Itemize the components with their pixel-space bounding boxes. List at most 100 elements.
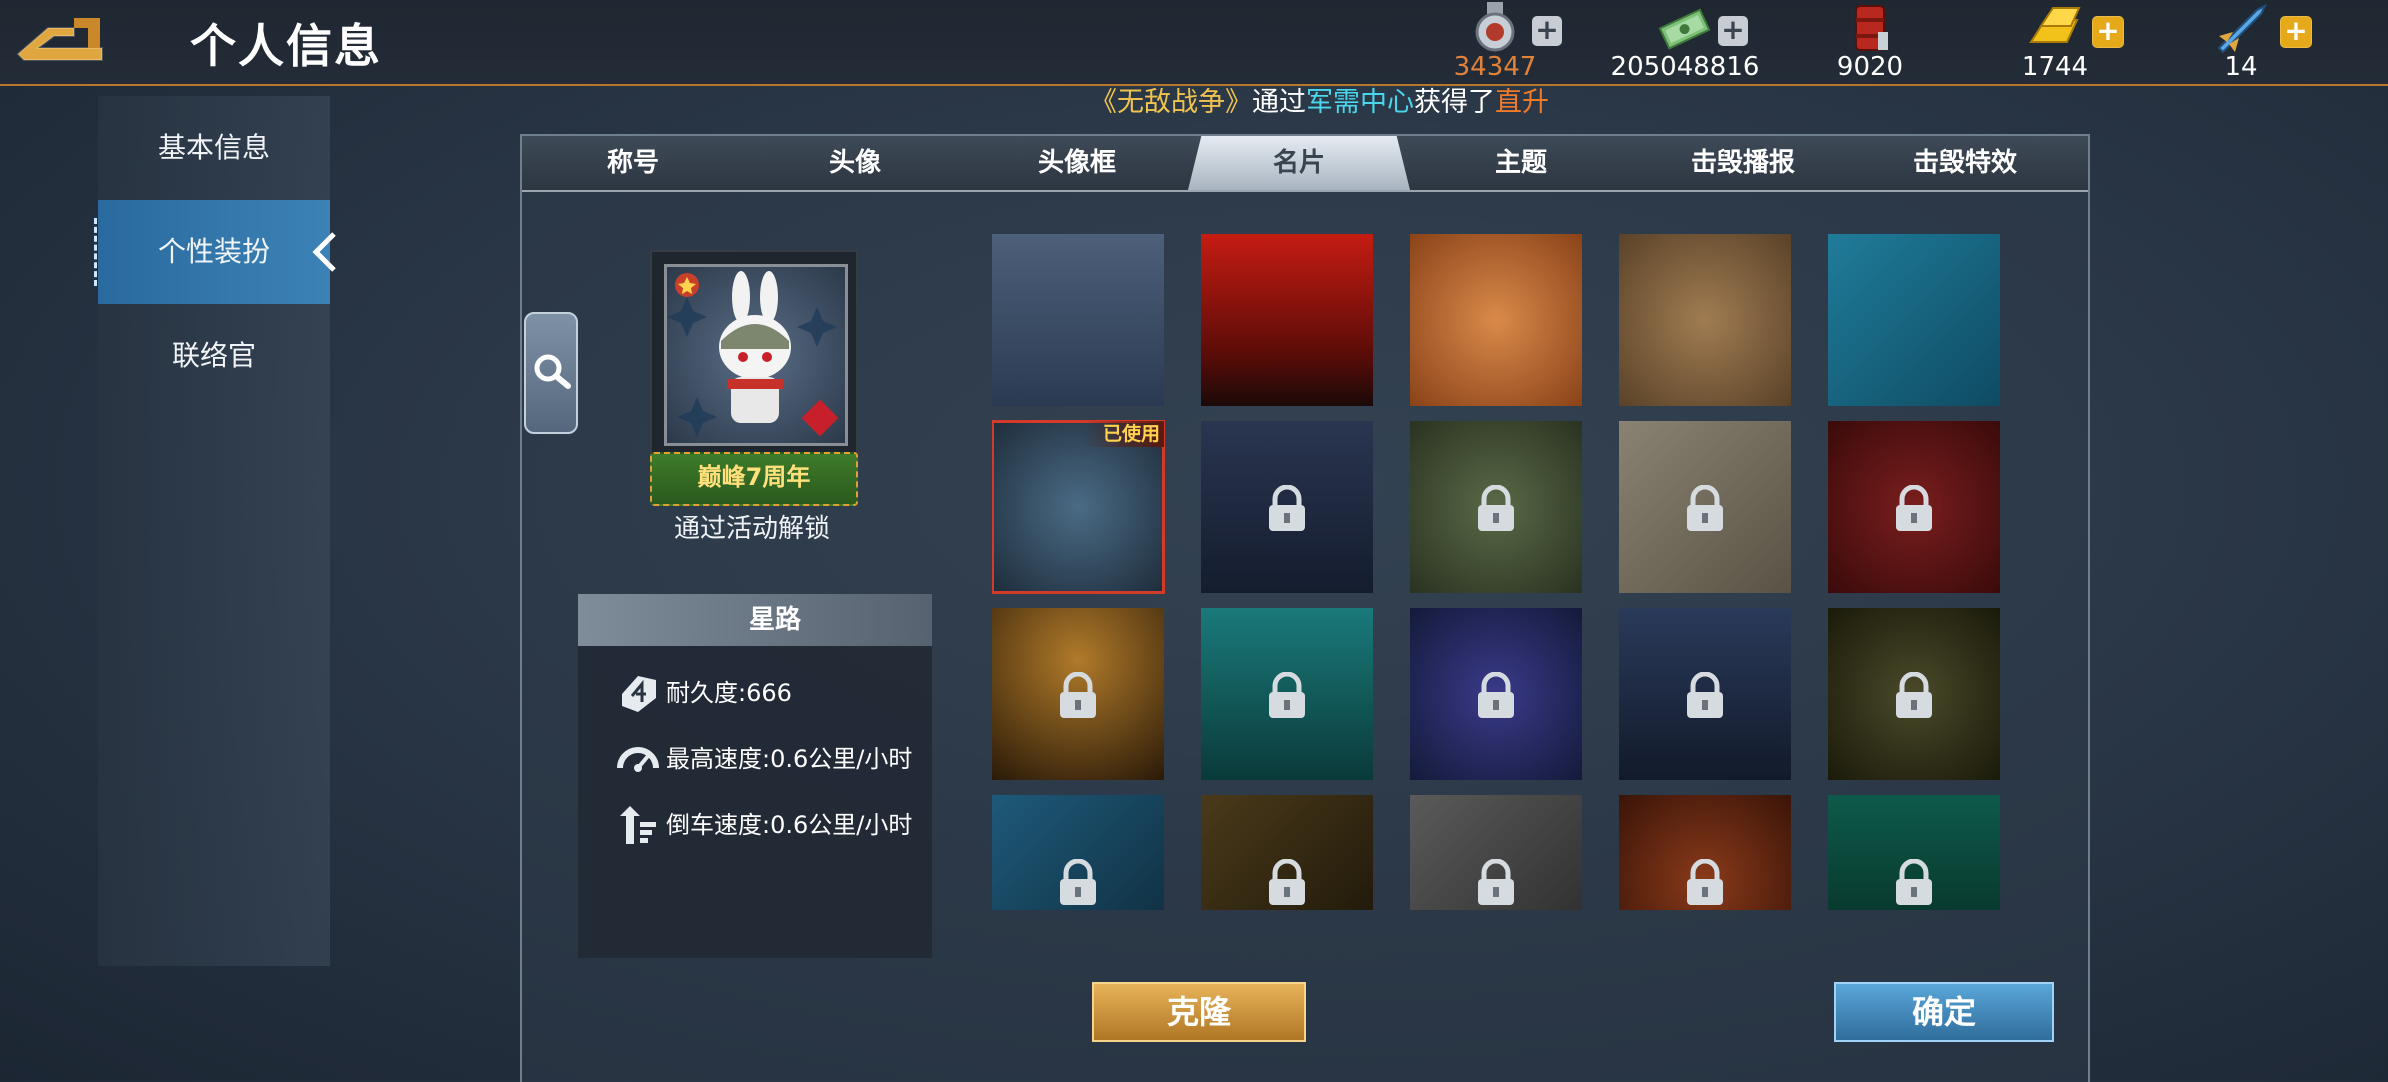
lock-icon xyxy=(1896,485,1932,531)
resource-medal: 34347 + xyxy=(1440,0,1562,84)
card-name-header: 星路 xyxy=(578,594,932,646)
name-card-emerald-trees[interactable] xyxy=(1828,795,2000,910)
resource-rocket: 14 + xyxy=(2186,0,2312,84)
lock-icon xyxy=(1478,485,1514,531)
tab-theme[interactable]: 主题 xyxy=(1410,136,1632,190)
medal-value: 34347 xyxy=(1453,52,1537,82)
rabbit-soldier-icon xyxy=(667,271,839,437)
stat-reverse-speed-label: 倒车速度:0.6公里/小时 xyxy=(666,811,913,839)
top-bar: 个人信息 34347 + 205048816 + 9020 1744 + 14 … xyxy=(0,0,2388,86)
cash-value: 205048816 xyxy=(1610,52,1760,82)
back-button[interactable] xyxy=(14,14,108,64)
name-card-tribal-swirl[interactable] xyxy=(1619,795,1791,910)
name-card-golden-glow[interactable] xyxy=(992,608,1164,780)
tab-title[interactable]: 称号 xyxy=(522,136,744,190)
lock-icon xyxy=(1687,859,1723,905)
armor-shield-icon xyxy=(622,676,656,712)
name-card-frost[interactable] xyxy=(992,795,1164,910)
add-medal-button[interactable]: + xyxy=(1532,16,1562,46)
add-cash-button[interactable]: + xyxy=(1718,16,1748,46)
search-button[interactable] xyxy=(524,312,578,434)
stat-durability: 耐久度:666 xyxy=(616,668,792,718)
lock-icon xyxy=(1269,859,1305,905)
lock-icon xyxy=(1687,672,1723,718)
lock-icon xyxy=(1269,672,1305,718)
tab-avatar-frame[interactable]: 头像框 xyxy=(966,136,1188,190)
card-grid: 已使用 xyxy=(992,234,2002,910)
used-badge: 已使用 xyxy=(1084,421,1164,447)
name-card-dark-stars[interactable] xyxy=(1201,795,1373,910)
lock-icon xyxy=(1896,859,1932,905)
name-card-floral[interactable] xyxy=(1828,608,2000,780)
clone-button[interactable]: 克隆 xyxy=(1092,982,1306,1042)
ticker-via: 通过 xyxy=(1252,87,1306,116)
broadcast-ticker: 《无敌战争》通过军需中心获得了直升机 xyxy=(1090,80,1550,116)
anniversary-banner: 巅峰7周年 xyxy=(650,452,858,506)
name-card-crimson[interactable] xyxy=(1828,421,2000,593)
search-icon xyxy=(534,354,571,389)
medal-icon xyxy=(1475,2,1515,52)
name-card-steel-stripe[interactable] xyxy=(1410,795,1582,910)
stat-durability-label: 耐久度:666 xyxy=(666,679,792,707)
stat-max-speed-label: 最高速度:0.6公里/小时 xyxy=(666,745,913,773)
reverse-arrow-icon xyxy=(620,806,656,844)
name-card-star-flag[interactable] xyxy=(1201,234,1373,406)
confirm-button[interactable]: 确定 xyxy=(1834,982,2054,1042)
tab-avatar[interactable]: 头像 xyxy=(744,136,966,190)
lock-icon xyxy=(1269,485,1305,531)
gold-bar-icon xyxy=(2029,7,2081,43)
name-card-teal-waves[interactable] xyxy=(1828,234,2000,406)
stat-reverse-speed: 倒车速度:0.6公里/小时 xyxy=(616,800,912,850)
lock-icon xyxy=(1060,859,1096,905)
back-arrow-icon xyxy=(16,18,103,61)
sidebar: 基本信息 个性装扮 联络官 xyxy=(94,96,336,966)
name-card-paisley[interactable] xyxy=(1619,234,1791,406)
card-name: 星路 xyxy=(748,605,801,635)
add-rocket-button[interactable]: + xyxy=(2280,16,2312,48)
unlock-hint: 通过活动解锁 xyxy=(673,514,830,544)
name-card-autumn-leaves[interactable] xyxy=(1410,234,1582,406)
fuel-barrel-icon xyxy=(1855,5,1888,51)
name-card-navy-star[interactable] xyxy=(1201,421,1373,593)
lock-icon xyxy=(1478,859,1514,905)
rocket-value: 14 xyxy=(2224,52,2258,82)
stat-max-speed: 最高速度:0.6公里/小时 xyxy=(616,734,912,784)
name-card-ocean[interactable] xyxy=(1201,608,1373,780)
anniversary-banner-text: 巅峰7周年 xyxy=(697,463,811,491)
name-card-shuriken[interactable]: 已使用 xyxy=(992,420,1165,594)
name-card-helicopter[interactable] xyxy=(1619,608,1791,780)
ticker-source: 军需中心 xyxy=(1306,87,1414,116)
lock-icon xyxy=(1896,672,1932,718)
sidebar-item-label: 个性装扮 xyxy=(157,235,270,268)
tab-kill-effect[interactable]: 击毁特效 xyxy=(1854,136,2076,190)
name-card-night-sky[interactable] xyxy=(1410,608,1582,780)
fuel-value: 9020 xyxy=(1836,52,1904,82)
name-card-hex-pattern[interactable] xyxy=(992,234,1164,406)
tab-bar: 称号 头像 头像框 名片 主题 击毁播报 击毁特效 xyxy=(522,136,2088,192)
resource-fuel: 9020 xyxy=(1820,0,1920,84)
resource-cash: 205048816 + xyxy=(1600,0,1770,84)
ticker-got: 获得了 xyxy=(1414,87,1495,116)
lock-icon xyxy=(1687,485,1723,531)
rocket-icon xyxy=(2217,3,2268,54)
page-title: 个人信息 xyxy=(190,19,382,73)
sidebar-item-basic-info[interactable]: 基本信息 xyxy=(98,96,330,200)
name-card-digital-camo[interactable] xyxy=(1410,421,1582,593)
ticker-item: 直升机 xyxy=(1495,87,1550,116)
card-preview-image xyxy=(664,264,848,446)
tab-name-card[interactable]: 名片 xyxy=(1188,136,1410,190)
gold-value: 1744 xyxy=(2021,52,2089,82)
lock-icon xyxy=(1060,672,1096,718)
ticker-player: 《无敌战争》 xyxy=(1090,87,1252,116)
sidebar-item-liaison[interactable]: 联络官 xyxy=(98,304,330,408)
name-card-beige-diamond[interactable] xyxy=(1619,421,1791,593)
speedometer-icon xyxy=(617,747,659,772)
tab-kill-broadcast[interactable]: 击毁播报 xyxy=(1632,136,1854,190)
add-gold-button[interactable]: + xyxy=(2092,16,2124,48)
chevron-left-icon xyxy=(312,232,336,272)
sidebar-item-personalization[interactable]: 个性装扮 xyxy=(94,200,336,304)
card-info-box: 星路 耐久度:666 最高速度:0.6公里/小时 倒车速度:0.6公里/小时 xyxy=(578,594,932,958)
lock-icon xyxy=(1478,672,1514,718)
cash-icon xyxy=(1658,8,1711,50)
card-preview xyxy=(650,250,858,456)
